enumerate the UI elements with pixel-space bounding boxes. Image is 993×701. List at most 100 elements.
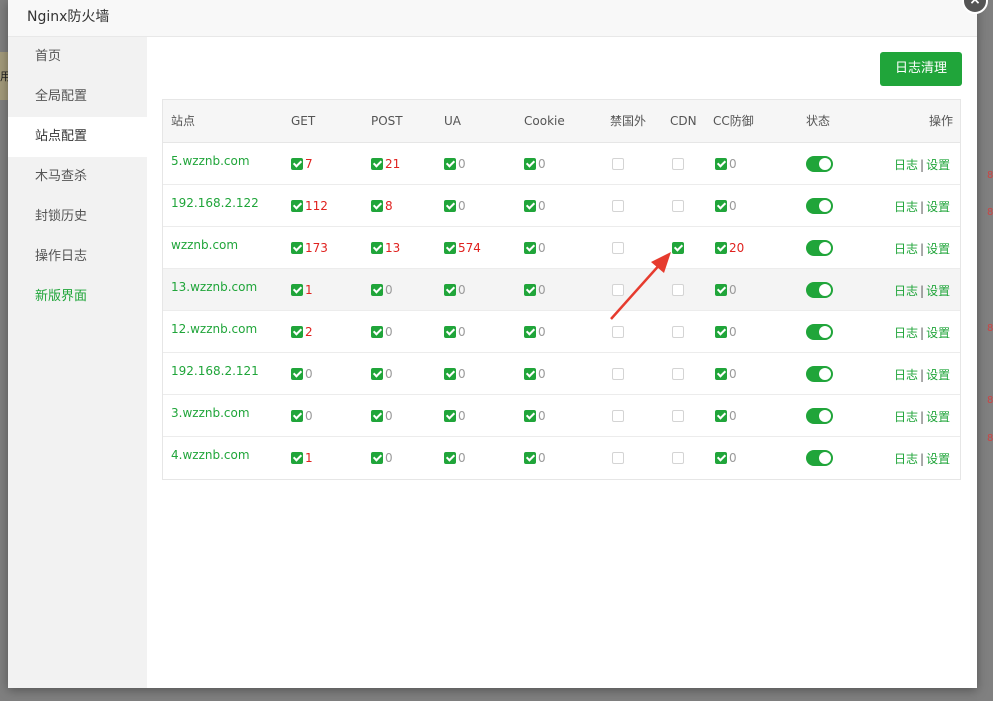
settings-link[interactable]: 设置 (926, 284, 950, 298)
site-link[interactable]: wzznb.com (171, 238, 238, 252)
cookie-checkbox[interactable] (524, 158, 536, 170)
status-toggle[interactable] (806, 366, 833, 382)
cookie-checkbox[interactable] (524, 326, 536, 338)
site-link[interactable]: 3.wzznb.com (171, 406, 250, 420)
sidebar-item[interactable]: 封锁历史 (8, 197, 147, 237)
post-checkbox[interactable] (371, 284, 383, 296)
sidebar-item[interactable]: 站点配置 (8, 117, 147, 157)
ua-checkbox[interactable] (444, 158, 456, 170)
sidebar-item[interactable]: 新版界面 (8, 277, 147, 317)
get-checkbox[interactable] (291, 452, 303, 464)
undefined-checkbox[interactable] (612, 158, 624, 170)
status-toggle[interactable] (806, 450, 833, 466)
undefined-checkbox[interactable] (612, 242, 624, 254)
undefined-checkbox[interactable] (612, 284, 624, 296)
site-link[interactable]: 12.wzznb.com (171, 322, 257, 336)
settings-link[interactable]: 设置 (926, 158, 950, 172)
cc-checkbox[interactable] (715, 158, 727, 170)
site-link[interactable]: 5.wzznb.com (171, 154, 250, 168)
ua-checkbox[interactable] (444, 410, 456, 422)
settings-link[interactable]: 设置 (926, 368, 950, 382)
status-toggle[interactable] (806, 408, 833, 424)
ua-checkbox[interactable] (444, 242, 456, 254)
ua-checkbox[interactable] (444, 326, 456, 338)
undefined-checkbox[interactable] (672, 410, 684, 422)
site-cell: 192.168.2.122 (171, 185, 259, 227)
foreign-cell (612, 143, 624, 185)
sidebar-item[interactable]: 首页 (8, 37, 147, 77)
status-toggle[interactable] (806, 240, 833, 256)
undefined-checkbox[interactable] (672, 284, 684, 296)
log-link[interactable]: 日志 (894, 158, 918, 172)
log-link[interactable]: 日志 (894, 326, 918, 340)
cc-checkbox[interactable] (715, 410, 727, 422)
cookie-checkbox[interactable] (524, 200, 536, 212)
cc-checkbox[interactable] (715, 242, 727, 254)
site-link[interactable]: 4.wzznb.com (171, 448, 250, 462)
log-link[interactable]: 日志 (894, 284, 918, 298)
settings-link[interactable]: 设置 (926, 200, 950, 214)
ua-checkbox[interactable] (444, 368, 456, 380)
status-toggle[interactable] (806, 282, 833, 298)
status-toggle[interactable] (806, 324, 833, 340)
undefined-checkbox[interactable] (672, 452, 684, 464)
post-checkbox[interactable] (371, 452, 383, 464)
cookie-checkbox[interactable] (524, 410, 536, 422)
undefined-checkbox[interactable] (612, 368, 624, 380)
site-link[interactable]: 192.168.2.122 (171, 196, 259, 210)
ua-checkbox[interactable] (444, 284, 456, 296)
log-link[interactable]: 日志 (894, 242, 918, 256)
cc-checkbox[interactable] (715, 452, 727, 464)
undefined-checkbox[interactable] (612, 452, 624, 464)
undefined-checkbox[interactable] (612, 200, 624, 212)
ua-checkbox[interactable] (444, 200, 456, 212)
cookie-checkbox[interactable] (524, 452, 536, 464)
post-checkbox[interactable] (371, 326, 383, 338)
cc-checkbox[interactable] (715, 368, 727, 380)
status-toggle[interactable] (806, 156, 833, 172)
undefined-checkbox[interactable] (672, 200, 684, 212)
get-checkbox[interactable] (291, 158, 303, 170)
log-link[interactable]: 日志 (894, 452, 918, 466)
site-link[interactable]: 13.wzznb.com (171, 280, 257, 294)
foreign-cell (612, 395, 624, 437)
get-checkbox[interactable] (291, 368, 303, 380)
settings-link[interactable]: 设置 (926, 410, 950, 424)
post-checkbox[interactable] (371, 158, 383, 170)
undefined-checkbox[interactable] (612, 410, 624, 422)
undefined-checkbox[interactable] (672, 326, 684, 338)
sidebar-item[interactable]: 操作日志 (8, 237, 147, 277)
post-checkbox[interactable] (371, 242, 383, 254)
get-checkbox[interactable] (291, 242, 303, 254)
status-toggle[interactable] (806, 198, 833, 214)
get-checkbox[interactable] (291, 326, 303, 338)
get-checkbox[interactable] (291, 410, 303, 422)
undefined-checkbox[interactable] (672, 368, 684, 380)
sidebar-item[interactable]: 全局配置 (8, 77, 147, 117)
get-checkbox[interactable] (291, 200, 303, 212)
cookie-checkbox[interactable] (524, 242, 536, 254)
clear-logs-button[interactable]: 日志清理 (880, 52, 962, 86)
cookie-checkbox[interactable] (524, 368, 536, 380)
settings-link[interactable]: 设置 (926, 242, 950, 256)
cc-checkbox[interactable] (715, 200, 727, 212)
log-link[interactable]: 日志 (894, 368, 918, 382)
post-checkbox[interactable] (371, 200, 383, 212)
ua-checkbox[interactable] (444, 452, 456, 464)
cc-checkbox[interactable] (715, 284, 727, 296)
settings-link[interactable]: 设置 (926, 452, 950, 466)
post-checkbox[interactable] (371, 410, 383, 422)
cdn-cell (672, 269, 684, 311)
log-link[interactable]: 日志 (894, 410, 918, 424)
cc-checkbox[interactable] (715, 326, 727, 338)
log-link[interactable]: 日志 (894, 200, 918, 214)
undefined-checkbox[interactable] (612, 326, 624, 338)
settings-link[interactable]: 设置 (926, 326, 950, 340)
undefined-checkbox[interactable] (672, 242, 684, 254)
get-checkbox[interactable] (291, 284, 303, 296)
sidebar-item[interactable]: 木马查杀 (8, 157, 147, 197)
cookie-checkbox[interactable] (524, 284, 536, 296)
site-link[interactable]: 192.168.2.121 (171, 364, 259, 378)
post-checkbox[interactable] (371, 368, 383, 380)
undefined-checkbox[interactable] (672, 158, 684, 170)
